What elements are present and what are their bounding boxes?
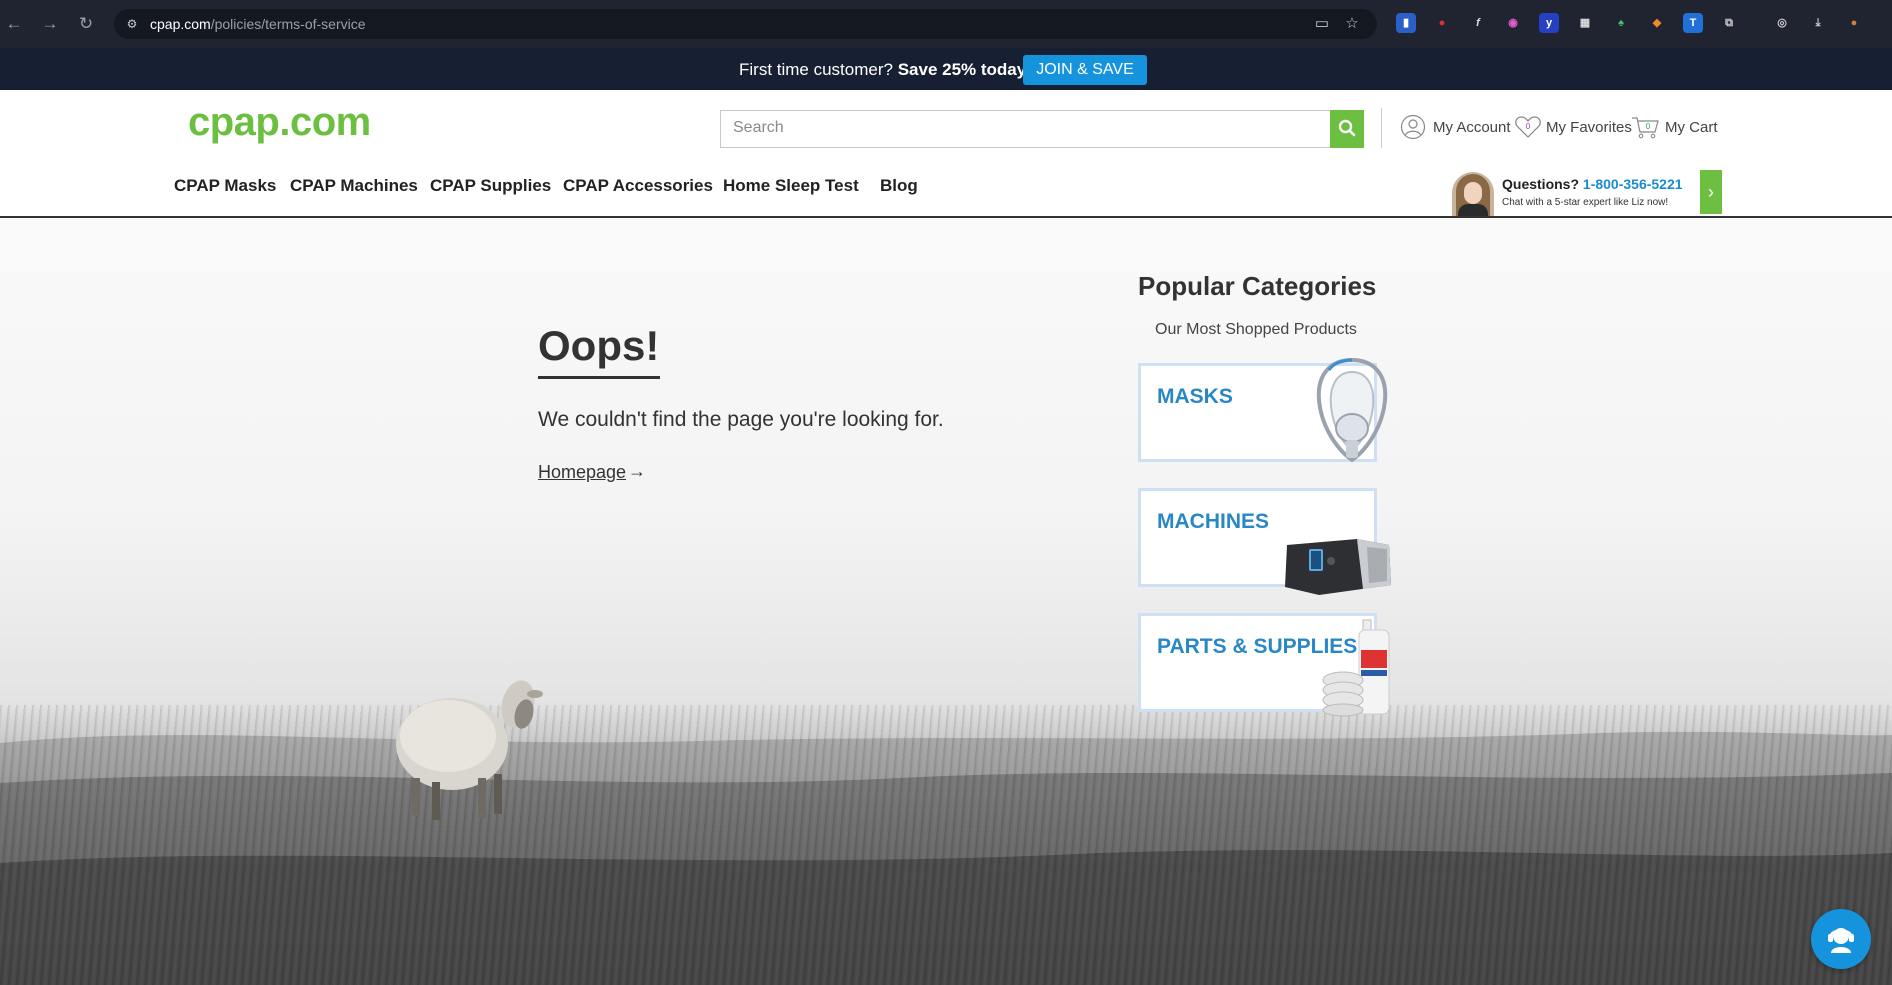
favorites-heart-icon[interactable]: 0 [1514, 114, 1542, 140]
my-favorites-link[interactable]: My Favorites [1546, 119, 1632, 136]
cpap-mask-image [1316, 357, 1388, 463]
extensions-puzzle-icon[interactable]: ⧉ [1719, 13, 1739, 33]
extension-tt-icon[interactable]: T [1683, 13, 1703, 33]
popular-categories-title: Popular Categories [1138, 271, 1377, 301]
promo-text: First time customer? Save 25% today! [739, 60, 1032, 79]
error-message: We couldn't find the page you're looking… [538, 408, 944, 431]
site-logo[interactable]: cpap.com [188, 100, 371, 145]
join-and-save-button[interactable]: JOIN & SAVE [1023, 55, 1147, 85]
supplies-image [1322, 619, 1390, 717]
install-app-icon[interactable]: ▭ [1313, 15, 1331, 33]
reload-icon[interactable]: ↻ [75, 13, 97, 35]
cpap-machine-image [1285, 539, 1391, 595]
search-box [720, 110, 1332, 148]
homepage-link[interactable]: Homepage [538, 462, 626, 483]
address-bar[interactable]: ⚙ cpap.com/policies/terms-of-service ▭ ☆ [114, 9, 1377, 39]
extension-fx-icon[interactable]: f [1468, 13, 1488, 33]
extension-spiral-icon[interactable]: ◎ [1772, 13, 1792, 33]
profile-avatar-icon[interactable]: ● [1844, 13, 1864, 33]
extension-color-icon[interactable]: ◉ [1503, 13, 1523, 33]
category-card-masks[interactable]: MASKS [1138, 357, 1388, 463]
nav-home-sleep-test[interactable]: Home Sleep Test [723, 176, 859, 196]
my-account-link[interactable]: My Account [1433, 119, 1511, 136]
bookmark-star-icon[interactable]: ☆ [1343, 15, 1361, 33]
account-icon[interactable] [1400, 114, 1426, 140]
browser-toolbar: ← → ↻ ⚙ cpap.com/policies/terms-of-servi… [0, 0, 1892, 48]
category-card-machines[interactable]: MACHINES [1138, 488, 1391, 595]
cart-icon[interactable]: 0 [1630, 114, 1660, 140]
extension-shield-icon[interactable]: ▮ [1396, 13, 1416, 33]
popular-categories-subtitle: Our Most Shopped Products [1155, 321, 1357, 338]
nav-blog[interactable]: Blog [880, 176, 918, 196]
help-contact[interactable]: Questions? 1-800-356-5221 Chat with a 5-… [1452, 170, 1722, 216]
extension-leaf-icon[interactable]: ♠ [1611, 13, 1631, 33]
expert-avatar [1452, 172, 1494, 216]
forward-icon[interactable]: → [39, 13, 61, 35]
search-input[interactable] [721, 111, 1325, 145]
site-settings-icon[interactable]: ⚙ [124, 16, 140, 32]
live-chat-button[interactable] [1811, 909, 1871, 969]
category-card-parts-supplies[interactable]: PARTS & SUPPLIES [1138, 613, 1390, 717]
grass-texture [0, 705, 1892, 985]
sheep-image [396, 680, 543, 820]
nav-cpap-machines[interactable]: CPAP Machines [290, 176, 418, 196]
error-title: Oops! [538, 322, 660, 369]
help-phone[interactable]: 1-800-356-5221 [1583, 176, 1683, 192]
my-cart-link[interactable]: My Cart [1665, 119, 1718, 136]
extension-fox-icon[interactable]: ◆ [1647, 13, 1667, 33]
header-divider [1381, 108, 1382, 148]
category-label: MASKS [1157, 385, 1233, 408]
category-label: MACHINES [1157, 510, 1270, 533]
page-background [0, 218, 1892, 985]
extension-qr-icon[interactable]: ▦ [1575, 13, 1595, 33]
nav-cpap-supplies[interactable]: CPAP Supplies [430, 176, 551, 196]
cart-count: 0 [1646, 122, 1651, 131]
extension-y-icon[interactable]: y [1539, 13, 1559, 33]
help-question: Questions? 1-800-356-5221 [1502, 176, 1683, 192]
url-text: cpap.com/policies/terms-of-service [150, 16, 366, 32]
title-underline [538, 376, 660, 379]
favorites-count: 0 [1526, 122, 1531, 131]
help-subtext: Chat with a 5-star expert like Liz now! [1502, 197, 1669, 208]
help-expand-button[interactable]: › [1700, 170, 1722, 214]
chat-agent-icon [1828, 928, 1854, 953]
nav-cpap-masks[interactable]: CPAP Masks [174, 176, 276, 196]
arrow-right-icon: → [628, 461, 646, 481]
promo-bar: First time customer? Save 25% today! [0, 48, 1892, 90]
download-icon[interactable]: ⤓ [1808, 13, 1828, 33]
nav-cpap-accessories[interactable]: CPAP Accessories [563, 176, 713, 196]
back-icon[interactable]: ← [3, 13, 25, 35]
search-button[interactable] [1330, 110, 1364, 148]
extension-red-icon[interactable]: ● [1432, 13, 1452, 33]
search-icon [1338, 119, 1356, 137]
